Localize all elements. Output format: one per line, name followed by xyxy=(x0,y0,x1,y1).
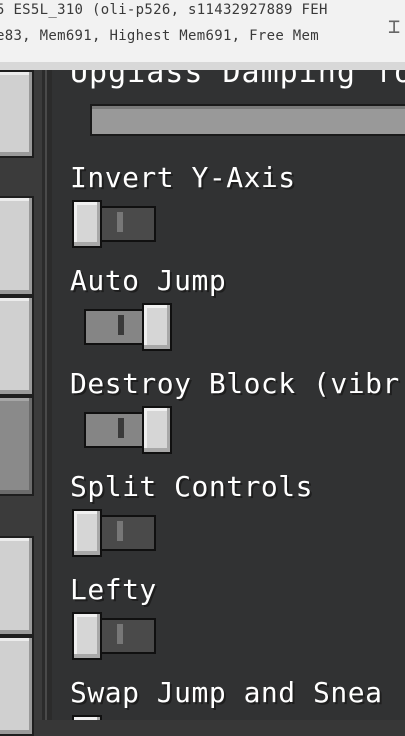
toggle-knob[interactable] xyxy=(72,715,102,720)
nav-tab-3[interactable] xyxy=(0,296,34,396)
nav-tab-2[interactable] xyxy=(0,196,34,296)
debug-line-1: 5 ES5L_310 (oli-p526, s11432927889 FEH xyxy=(0,2,328,18)
toggle-knob[interactable] xyxy=(142,303,172,351)
invert-y-axis-label: Invert Y-Axis xyxy=(70,161,296,194)
cut-off-setting-label: Upgiass Damping fo xyxy=(70,70,405,90)
destroy-block-toggle[interactable] xyxy=(84,406,172,454)
debug-underline xyxy=(0,62,405,70)
invert-y-axis-toggle[interactable] xyxy=(72,200,160,248)
nav-tab-selected[interactable] xyxy=(0,396,34,496)
nav-tab-5[interactable] xyxy=(0,536,34,636)
toggle-notch xyxy=(117,521,123,541)
settings-nav-rail xyxy=(0,70,44,736)
toggle-knob[interactable] xyxy=(72,612,102,660)
split-controls-label: Split Controls xyxy=(70,470,314,503)
auto-jump-toggle[interactable] xyxy=(84,303,172,351)
toggle-notch xyxy=(118,418,124,438)
debug-overlay: 5 ES5L_310 (oli-p526, s11432927889 FEH e… xyxy=(0,0,405,70)
toggle-notch xyxy=(117,212,123,232)
toggle-notch xyxy=(117,624,123,644)
toggle-knob[interactable] xyxy=(142,406,172,454)
toggle-knob[interactable] xyxy=(72,509,102,557)
toggle-notch xyxy=(118,315,124,335)
lefty-toggle[interactable] xyxy=(72,612,160,660)
rail-divider xyxy=(42,70,52,720)
swap-jump-sneak-label: Swap Jump and Snea xyxy=(70,676,383,709)
text-cursor-icon: ⌶ xyxy=(387,14,401,38)
nav-tab-6[interactable] xyxy=(0,636,34,736)
destroy-block-label: Destroy Block (vibr xyxy=(70,367,400,400)
nav-tab-1[interactable] xyxy=(0,70,34,158)
toggle-knob[interactable] xyxy=(72,200,102,248)
auto-jump-label: Auto Jump xyxy=(70,264,227,297)
damping-slider[interactable] xyxy=(90,104,405,136)
swap-jump-sneak-toggle[interactable] xyxy=(72,715,160,720)
settings-panel[interactable]: Upgiass Damping fo Invert Y-Axis Auto Ju… xyxy=(52,70,405,720)
debug-line-2: e83, Mem691, Highest Mem691, Free Mem xyxy=(0,28,319,44)
split-controls-toggle[interactable] xyxy=(72,509,160,557)
lefty-label: Lefty xyxy=(70,573,157,606)
